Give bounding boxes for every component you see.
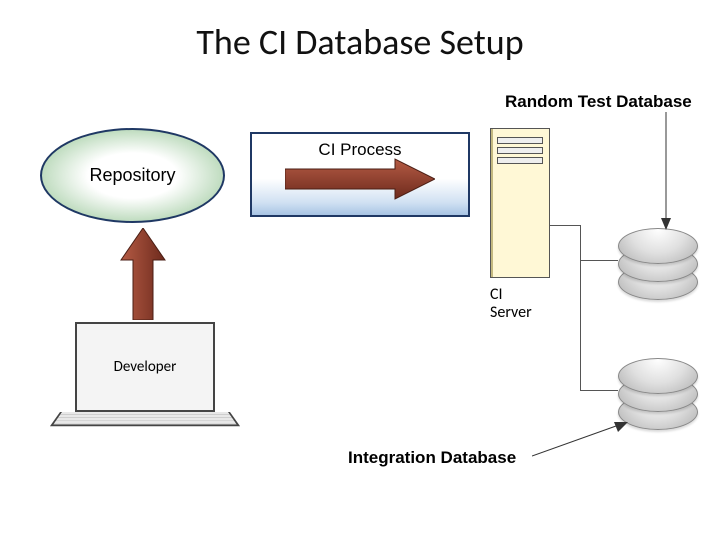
developer-label: Developer (114, 358, 177, 376)
repository-ellipse: Repository (40, 128, 225, 223)
random-test-db-label: Random Test Database (505, 92, 692, 112)
arrow-pointer-icon (660, 112, 680, 230)
arrow-pointer-icon (532, 422, 628, 462)
repository-label: Repository (89, 165, 175, 186)
repository-node: Repository (40, 128, 225, 223)
ci-server-node (490, 128, 550, 278)
connector-line (550, 225, 580, 226)
page-title: The CI Database Setup (0, 20, 720, 64)
random-test-db-icon (618, 228, 698, 298)
arrow-up-icon (118, 228, 168, 320)
connector-line (580, 260, 618, 261)
arrow-right-icon (285, 157, 435, 201)
ci-server-label: CI Server (490, 286, 532, 323)
developer-node: Developer (60, 322, 230, 430)
laptop-keyboard-icon (50, 412, 240, 426)
server-icon (490, 128, 550, 278)
connector-line (580, 225, 581, 390)
ci-process-node: CI Process (250, 132, 470, 217)
integration-db-icon (618, 358, 698, 428)
laptop-icon: Developer (75, 322, 215, 412)
integration-db-label: Integration Database (348, 448, 516, 468)
connector-line (580, 390, 618, 391)
